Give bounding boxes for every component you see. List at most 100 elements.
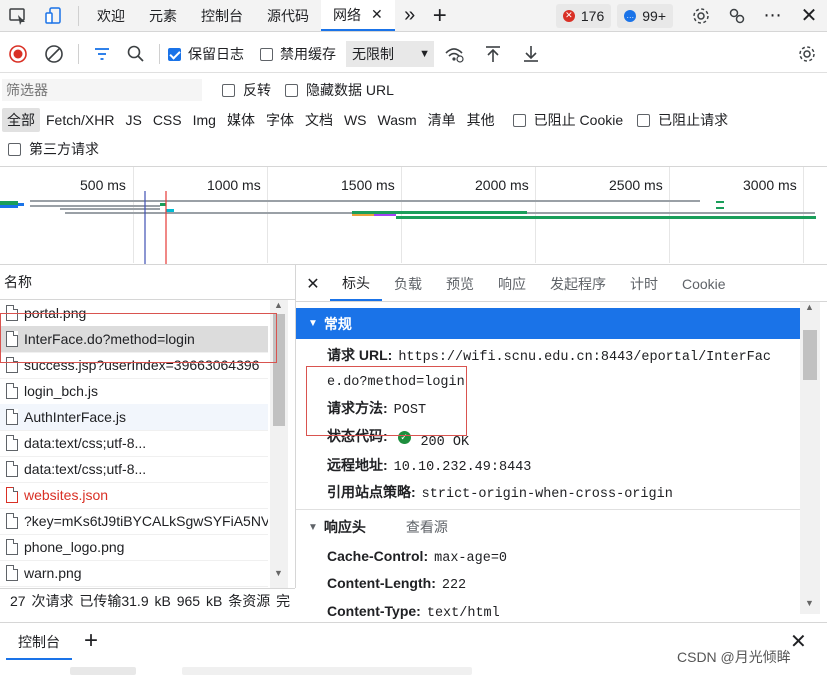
- summary-text: 27 次请求 已传输31.9 kB 965 kB 条资源 完: [10, 593, 291, 609]
- settings-gear-icon[interactable]: [683, 0, 719, 31]
- network-settings-gear-icon[interactable]: [787, 36, 827, 72]
- hide-data-urls-check[interactable]: [285, 83, 298, 97]
- close-devtools-icon[interactable]: ✕: [791, 0, 827, 31]
- timeline-overview[interactable]: 500 ms 1000 ms 1500 ms 2000 ms 2500 ms 3…: [0, 166, 827, 265]
- tab-sources[interactable]: 源代码: [255, 0, 321, 31]
- status-code-value[interactable]: 200 OK: [420, 435, 469, 450]
- filter-type-8[interactable]: WS: [339, 110, 372, 130]
- filter-type-4[interactable]: Img: [188, 110, 221, 130]
- referrer-policy-value[interactable]: strict-origin-when-cross-origin: [422, 487, 673, 502]
- filter-type-6[interactable]: 字体: [261, 108, 299, 132]
- tab-elements[interactable]: 元素: [137, 0, 189, 31]
- divider: [78, 5, 79, 26]
- export-har-icon[interactable]: [512, 36, 550, 72]
- drawer-close-icon[interactable]: ✕: [790, 629, 807, 654]
- blocked-requests-checkbox[interactable]: 已阻止请求: [637, 110, 728, 130]
- request-url-value[interactable]: https://wifi.scnu.edu.cn:8443/eportal/In…: [398, 350, 771, 365]
- device-emulation-icon[interactable]: [36, 0, 72, 31]
- scroll-up-arrow-icon[interactable]: ▲: [805, 302, 814, 312]
- scroll-up-arrow-icon[interactable]: ▲: [274, 300, 283, 310]
- response-headers-section-header[interactable]: ▼ 响应头 查看源: [296, 514, 800, 540]
- details-scrollbar[interactable]: ▲ ▼: [800, 302, 820, 614]
- detail-tab-6[interactable]: Cookie: [670, 267, 738, 301]
- request-row[interactable]: websites.json: [0, 482, 268, 509]
- detail-tab-1[interactable]: 负载: [382, 267, 434, 301]
- file-icon: [6, 513, 18, 529]
- filter-type-1[interactable]: Fetch/XHR: [41, 110, 119, 130]
- drawer-add-tab-icon[interactable]: +: [84, 627, 98, 655]
- tab-welcome[interactable]: 欢迎: [85, 0, 137, 31]
- third-party-check[interactable]: [8, 142, 21, 156]
- record-stop-icon[interactable]: [0, 36, 36, 72]
- third-party-checkbox[interactable]: 第三方请求: [8, 139, 99, 159]
- more-tabs-icon[interactable]: »: [395, 0, 425, 31]
- request-row[interactable]: login_bch.js: [0, 378, 268, 405]
- invert-check[interactable]: [222, 83, 235, 97]
- drawer-bar: 控制台 + ✕ CSDN @月光倾眸: [0, 622, 827, 675]
- more-options-icon[interactable]: ⋯: [755, 0, 791, 31]
- invert-checkbox[interactable]: 反转: [222, 80, 271, 100]
- request-row[interactable]: warn.png: [0, 560, 268, 587]
- blocked-cookies-check[interactable]: [512, 113, 526, 127]
- remote-address-value[interactable]: 10.10.232.49:8443: [394, 460, 532, 475]
- tab-console[interactable]: 控制台: [189, 0, 255, 31]
- filter-type-5[interactable]: 媒体: [222, 108, 260, 132]
- search-icon[interactable]: [119, 36, 153, 72]
- filter-type-0[interactable]: 全部: [2, 108, 40, 132]
- file-icon: [6, 539, 18, 555]
- scroll-down-arrow-icon[interactable]: ▼: [274, 568, 283, 578]
- detail-tab-3[interactable]: 响应: [486, 267, 538, 301]
- inspect-element-icon[interactable]: [0, 0, 36, 31]
- scroll-down-arrow-icon[interactable]: ▼: [805, 598, 814, 608]
- filter-type-2[interactable]: JS: [120, 110, 146, 130]
- preserve-log-check[interactable]: [168, 47, 181, 61]
- request-row[interactable]: data:text/css;utf-8...: [0, 430, 268, 457]
- disable-cache-checkbox[interactable]: 禁用缓存: [260, 44, 336, 64]
- drawer-console-label: 控制台: [18, 634, 60, 650]
- request-list-header[interactable]: 名称: [0, 264, 295, 300]
- messages-badge[interactable]: … 99+: [617, 3, 673, 28]
- header-key: Content-Length:: [327, 575, 436, 591]
- filter-type-11[interactable]: 其他: [462, 108, 500, 132]
- close-icon[interactable]: ✕: [371, 6, 383, 23]
- add-tab-icon[interactable]: +: [425, 0, 455, 31]
- header-value[interactable]: text/html: [427, 606, 500, 621]
- header-value[interactable]: max-age=0: [434, 551, 507, 566]
- filter-type-7[interactable]: 文档: [300, 108, 338, 132]
- request-row[interactable]: AuthInterFace.js: [0, 404, 268, 431]
- view-source-link[interactable]: 查看源: [406, 517, 448, 537]
- request-row[interactable]: phone_logo.png: [0, 534, 268, 561]
- request-row[interactable]: data:text/css;utf-8...: [0, 456, 268, 483]
- file-icon: [6, 565, 18, 581]
- header-value[interactable]: 222: [442, 578, 466, 593]
- filter-input[interactable]: [2, 79, 202, 101]
- detail-tab-2[interactable]: 预览: [434, 267, 486, 301]
- clear-icon[interactable]: [36, 36, 72, 72]
- filter-type-10[interactable]: 清单: [423, 108, 461, 132]
- filter-type-3[interactable]: CSS: [148, 110, 187, 130]
- tab-network[interactable]: 网络 ✕: [321, 0, 395, 31]
- referrer-policy-row: 引用站点策略: strict-origin-when-cross-origin: [327, 482, 673, 502]
- detail-tab-0[interactable]: 标头: [330, 267, 382, 301]
- preserve-log-checkbox[interactable]: 保留日志: [168, 44, 244, 64]
- drawer-tab-console[interactable]: 控制台: [6, 626, 72, 660]
- scrollbar-thumb[interactable]: [803, 330, 817, 380]
- throttling-select[interactable]: 无限制 ▼: [346, 41, 434, 67]
- errors-badge[interactable]: ✕ 176: [555, 3, 612, 28]
- request-name: warn.png: [24, 565, 82, 581]
- request-row[interactable]: ?key=mKs6tJ9tiBYCALkSgwSYFiA5NV: [0, 508, 268, 535]
- detail-tab-4[interactable]: 发起程序: [538, 267, 618, 301]
- filter-type-9[interactable]: Wasm: [373, 110, 422, 130]
- filter-icon[interactable]: [85, 36, 119, 72]
- general-section-header[interactable]: ▼ 常规: [296, 308, 800, 339]
- network-conditions-icon[interactable]: [434, 36, 474, 72]
- close-details-icon[interactable]: ✕: [296, 274, 330, 294]
- import-har-icon[interactable]: [474, 36, 512, 72]
- hide-data-urls-checkbox[interactable]: 隐藏数据 URL: [285, 80, 394, 100]
- disable-cache-check[interactable]: [260, 47, 273, 61]
- blocked-requests-check[interactable]: [637, 113, 651, 127]
- blocked-cookies-checkbox[interactable]: 已阻止 Cookie: [512, 110, 623, 130]
- detail-tab-5[interactable]: 计时: [618, 267, 670, 301]
- remote-address-key: 远程地址:: [327, 457, 388, 473]
- customize-icon[interactable]: [719, 0, 755, 31]
